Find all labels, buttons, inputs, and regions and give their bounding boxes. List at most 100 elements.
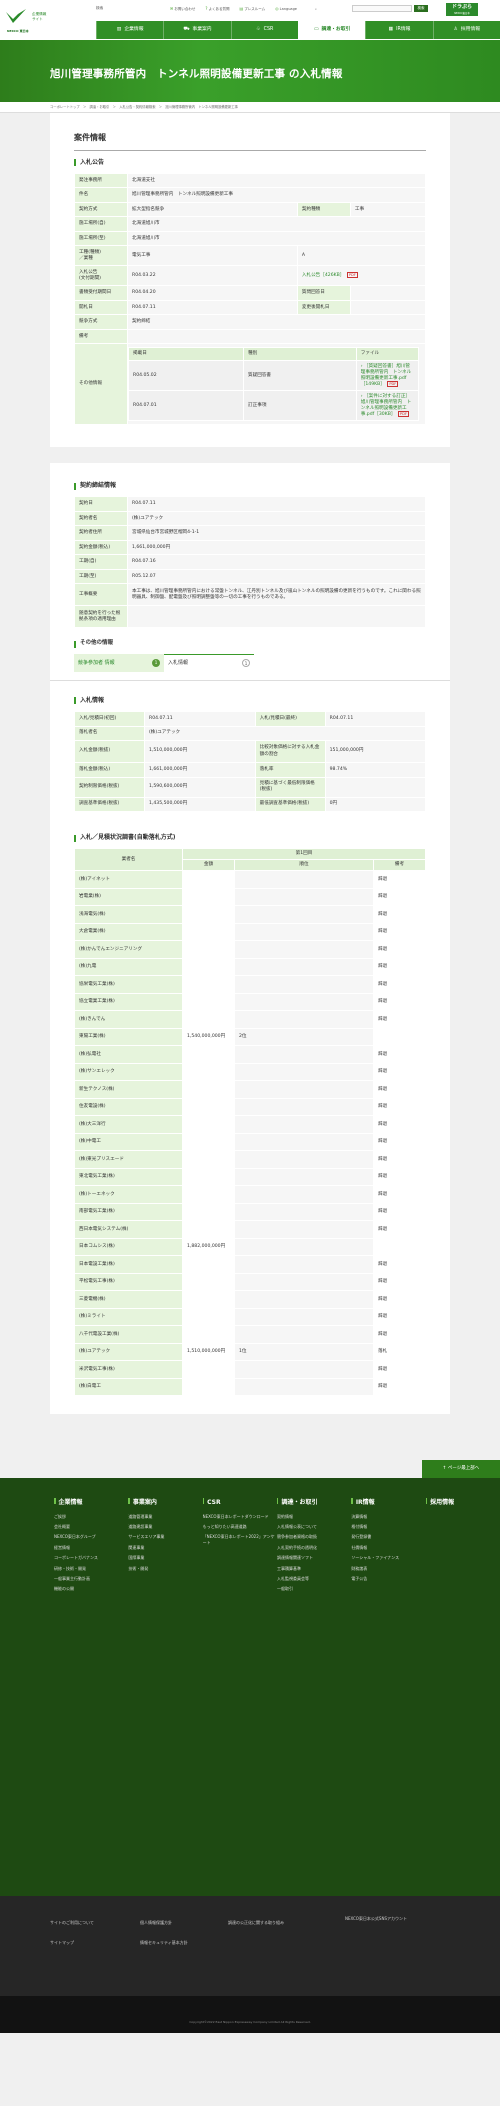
globe-icon: ◎ [275,6,279,11]
footer-link[interactable]: コーポレートガバナンス [54,1555,128,1560]
footer-link[interactable]: 調達の公正化に関する取り組み [228,1920,284,1925]
footer-link[interactable]: 電子公告 [351,1576,425,1581]
status-row: (株)東光プリスエード 辞退 [74,1150,426,1169]
footer-col-title[interactable]: 事業案内 [128,1498,202,1507]
bid-cell: 辞退 [373,1045,426,1064]
footer-link[interactable]: 格付情報 [351,1524,425,1529]
bid-cell [182,1150,235,1169]
footer-link[interactable]: ソーシャル・ファイナンス [351,1555,425,1560]
footer-link[interactable]: 機能の公開 [54,1586,128,1591]
bid-cell: 辞退 [373,1185,426,1204]
footer-link[interactable]: 一般事業主行動計画 [54,1576,128,1581]
footer-link[interactable]: 「NEXCO東日本レポート2022」アンケート [203,1534,277,1545]
bid-cell [182,1080,235,1099]
footer-col: 事業案内道路管理事業 道路建設事業 サービスエリア事業 関連事業国際事業技術・開発 [128,1478,202,1896]
search-button[interactable]: 検索 [414,5,428,12]
bid-cell [234,1150,374,1169]
footer-link[interactable]: 調達情報関連ソフト [277,1555,351,1560]
footer-link[interactable]: 決算情報 [351,1514,425,1519]
footer-link[interactable]: 技術・開発 [128,1566,202,1571]
util-faq[interactable]: ?よくある質問 [205,6,229,12]
sns-link[interactable]: NEXCO東日本公式SNSアカウント [345,1916,407,1921]
util-press[interactable]: ▤プレスルーム [239,6,265,12]
tab-participants[interactable]: 競争参加者 情報 1 [74,653,164,672]
bid-cell [182,1185,235,1204]
footer-col-title[interactable]: CSR [203,1498,277,1507]
to-top-button[interactable]: ↑ ページ最上部へ [422,1460,500,1479]
nav-recruit[interactable]: ♙ 採用情報 [432,21,500,39]
footer-link[interactable]: サービスエリア事業 [128,1534,202,1539]
footer-link[interactable]: 研修・技術・開発 [54,1566,128,1571]
footer-link[interactable]: NEXCO東日本グループ [54,1534,128,1539]
footer-link[interactable]: もっと知りたい高速道路 [203,1524,277,1529]
bid-cell [182,975,235,994]
nav-business[interactable]: ⛟ 事業案内 [163,21,230,39]
footer-link[interactable]: 発行登録書 [351,1534,425,1539]
notice-subtitle: 入札公告 [74,159,426,167]
footer-link[interactable]: 会社概要 [54,1524,128,1529]
bidder-name: 住友電設(株) [74,1097,183,1117]
bid-cell: 落札 [373,1342,426,1362]
footer-link[interactable]: サイトのご利用について [50,1920,94,1925]
tab-bid-info[interactable]: 入札情報 1 [164,653,254,672]
doraburu-banner[interactable]: ドラぷら NEXCO東日本 [446,3,478,16]
util-contact[interactable]: ✉お問い合わせ [170,6,195,12]
bid-cell [182,870,235,889]
footer-link[interactable]: 社債情報 [351,1545,425,1550]
search-input[interactable] [352,5,412,12]
bid-cell [234,1097,374,1117]
status-row: 南部電気工業(株) 辞退 [74,1202,426,1222]
contract-subtitle: 契約締結情報 [74,482,426,490]
bid-cell: 辞退 [373,1202,426,1222]
footer-col-title[interactable]: 採用情報 [426,1498,500,1507]
bid-cell: 辞退 [373,1360,426,1379]
bid-cell [234,975,374,994]
footer-link[interactable]: 財務諸表 [351,1566,425,1571]
footer-col: 採用情報 [426,1478,500,1896]
footer-link[interactable]: 経営情報 [54,1545,128,1550]
footer-link[interactable]: 道路建設事業 [128,1524,202,1529]
nexco-logo-icon[interactable] [6,8,26,28]
footer-link[interactable]: 関連事業 [128,1545,202,1550]
other-file-link[interactable]: › ［案件に対する訂正］旭川管理事務所管内 トンネル照明設備更新工事.pdf［3… [355,390,420,422]
footer-link[interactable]: 契約情報 [277,1514,351,1519]
corp-site-label[interactable]: 企業情報 サイト [32,12,46,21]
nav-ir[interactable]: ▦ IR情報 [365,21,432,39]
bid-cell: 辞退 [373,1132,426,1152]
footer-link[interactable]: ご挨拶 [54,1514,128,1519]
other-file-link[interactable]: › ［質疑回答書］旭川管理事務所管内 トンネル照明設備更新工事.pdf［149K… [355,360,420,392]
bid-cell [234,1360,374,1379]
contract-table: 契約日 R04.07.11 契約者名 (株)ユアテック 契約者住所 宮城県仙台市宮城野… [74,496,426,629]
footer-link[interactable]: 入札契約手続の透明化 [277,1545,351,1550]
status-row: 西日本電気システム(株) 辞退 [74,1220,426,1239]
case-section-title: 案件情報 [74,113,426,151]
bid-cell [234,1237,374,1257]
footer-col-title[interactable]: 調達・お取引 [277,1498,351,1507]
bid-table: 入札/見積日(初回) R04.07.11 入札/見積日(最終) R04.07.11 落… [74,711,427,812]
footer-col-title[interactable]: IR情報 [351,1498,425,1507]
bid-cell [234,1377,374,1397]
nav-csr[interactable]: ♧ CSR [230,21,298,39]
status-row: (株)きんでん 辞退 [74,1010,426,1029]
footer-link[interactable]: 情報セキュリティ基本方針 [140,1940,188,1945]
copyright: Copyright©2022 East Nippon Expressway Co… [0,1996,500,2034]
footer-link[interactable]: 工事積算基準 [277,1566,351,1571]
footer-link[interactable]: 競争参加者資格の取扱 [277,1534,351,1539]
nav-procurement[interactable]: ▭ 調達・お取引 [297,21,366,39]
footer-link[interactable]: 道路管理事業 [128,1514,202,1519]
footer-link[interactable]: サイトマップ [50,1940,74,1945]
footer-link[interactable]: 入札監視委員会等 [277,1576,351,1581]
footer-link[interactable]: 国際事業 [128,1555,202,1560]
footer-link[interactable]: 入札情報公表について [277,1524,351,1529]
nav-company[interactable]: ▥ 企業情報 [96,21,163,39]
notice-pdf-link[interactable]: 入札公告［426KB］ PDF [296,265,427,287]
footer-col-title[interactable]: 企業情報 [54,1498,128,1507]
bid-cell: 辞退 [373,1325,426,1344]
footer-link[interactable]: 個人情報保護方針 [140,1920,172,1925]
status-row: 岩電業(株) 辞退 [74,887,426,907]
breadcrumb[interactable]: コーポレートトップ ＞ 調達・お取引 ＞ 入札公告・契約情報検索 ＞ 旭川管理事… [0,102,500,113]
util-language[interactable]: ◎Language [275,6,297,12]
footer-link[interactable]: 一般取引 [277,1586,351,1591]
footer-link[interactable]: NEXCO東日本レポートダウンロード [203,1514,277,1519]
notice-table: 発注事務所 北海道支社 件名 旭川管理事務所管内 トンネル照明設備更新工事 契約方式… [74,172,427,426]
